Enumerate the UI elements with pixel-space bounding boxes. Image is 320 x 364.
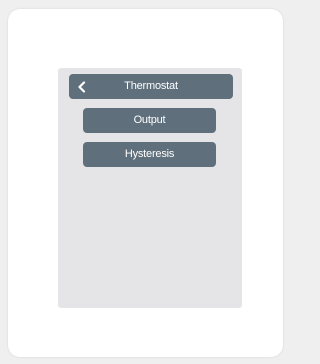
device-screen-panel	[58, 68, 242, 308]
header-bar: Thermostat	[69, 74, 233, 99]
hysteresis-button[interactable]: Hysteresis	[83, 142, 216, 167]
page-title: Thermostat	[124, 80, 178, 92]
output-button[interactable]: Output	[83, 108, 216, 133]
